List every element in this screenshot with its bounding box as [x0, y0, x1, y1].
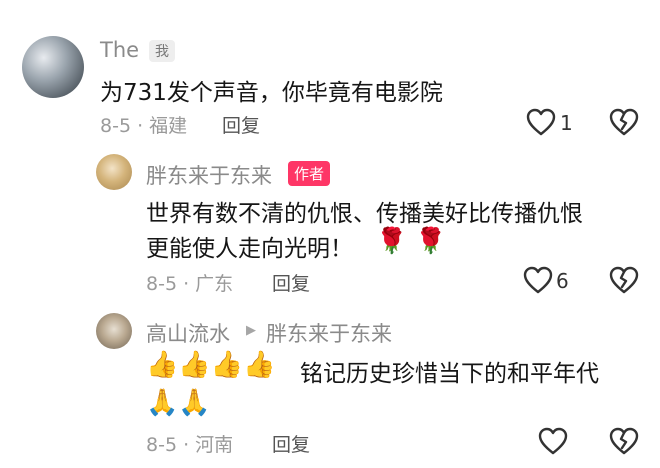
avatar[interactable] [22, 36, 84, 98]
heart-outline-icon[interactable] [538, 427, 568, 455]
avatar[interactable] [96, 313, 132, 349]
comment-date-location: 8-5 · 广东 [146, 273, 234, 295]
avatar[interactable] [96, 154, 132, 190]
reply-to-username[interactable]: 胖东来于东来 [266, 318, 392, 348]
comment-username[interactable]: 高山流水 [146, 318, 230, 348]
comment-text: 为731发个声音，你毕竟有电影院 [100, 80, 443, 106]
triangle-right-icon: ▶ [246, 323, 256, 338]
comment-date-location: 8-5 · 河南 [146, 434, 234, 456]
heart-outline-icon[interactable] [526, 108, 556, 136]
broken-heart-icon[interactable] [609, 108, 639, 136]
comment-username[interactable]: The [100, 38, 139, 62]
comment-text-line-2: 更能使人走向光明！ [146, 236, 353, 262]
like-count: 6 [556, 269, 569, 293]
comment-text-line-1: 世界有数不清的仇恨、传播美好比传播仇恨 [146, 201, 583, 227]
comment-text: 铭记历史珍惜当下的和平年代 [300, 361, 599, 387]
comment-date-location: 8-5 · 福建 [100, 115, 188, 137]
reply-button[interactable]: 回复 [272, 269, 310, 296]
heart-outline-icon[interactable] [523, 266, 553, 294]
reply-button[interactable]: 回复 [222, 111, 260, 138]
comment-username[interactable]: 胖东来于东来 [146, 160, 272, 190]
broken-heart-icon[interactable] [609, 427, 639, 455]
me-badge: 我 [149, 40, 175, 62]
rose-emoji: 🌹 🌹 [376, 226, 447, 255]
broken-heart-icon[interactable] [609, 266, 639, 294]
thumbs-up-emoji: 👍👍👍👍 [146, 350, 276, 380]
like-count: 1 [560, 111, 573, 135]
pray-emoji: 🙏🙏 [146, 388, 211, 418]
reply-button[interactable]: 回复 [272, 430, 310, 457]
author-badge: 作者 [288, 161, 331, 186]
